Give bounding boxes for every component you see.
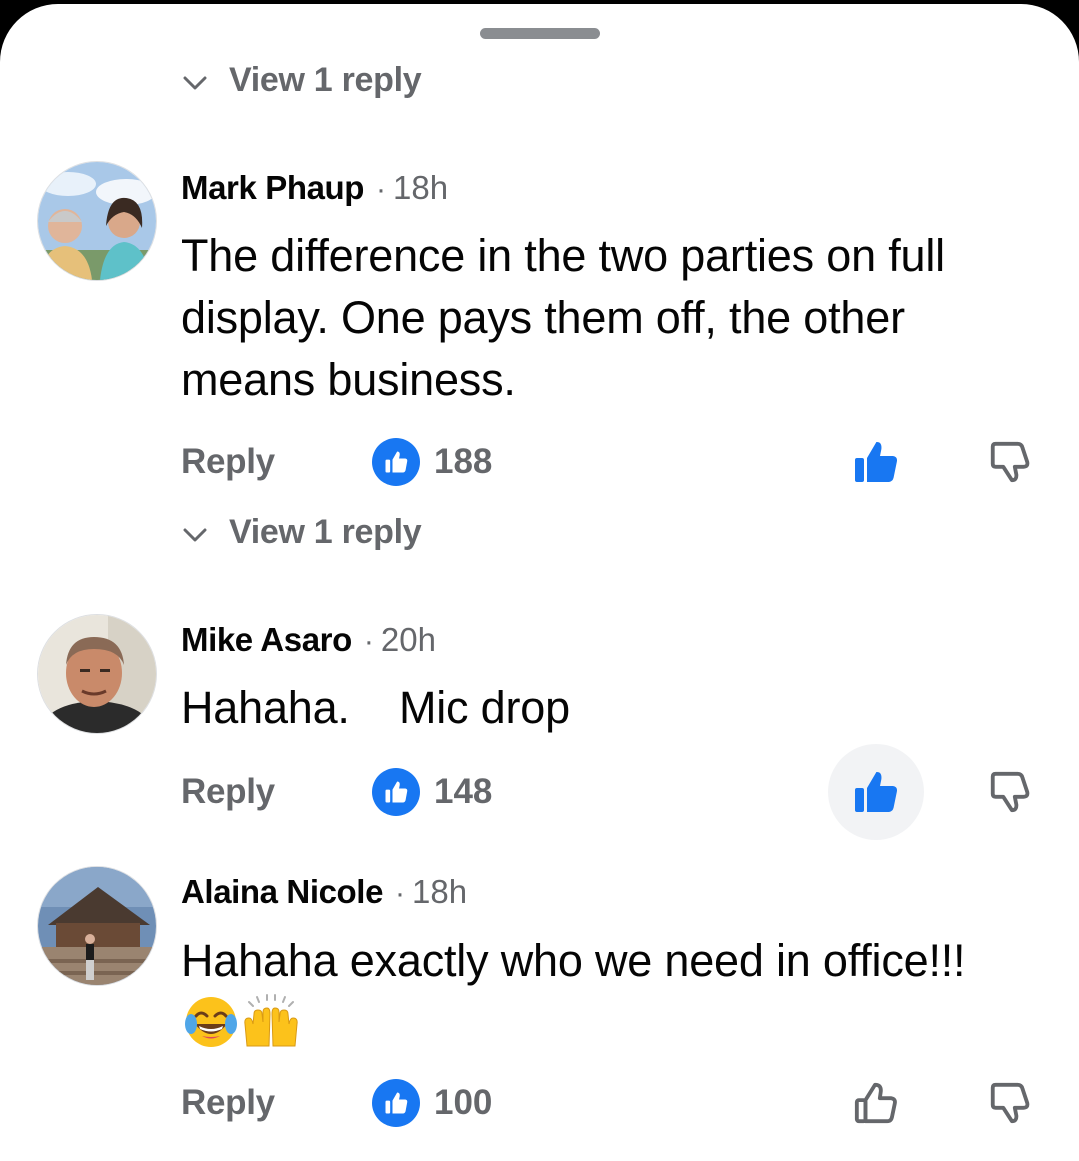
like-reaction-icon (372, 438, 420, 486)
face-with-tears-of-joy-emoji (183, 994, 239, 1055)
thumbs-up-filled-icon (855, 771, 898, 812)
comment-emojis (183, 994, 301, 1055)
avatar[interactable] (37, 614, 157, 734)
comment-text: Hahaha exactly who we need in office!!! (181, 935, 966, 986)
drag-handle[interactable] (480, 28, 600, 39)
reaction-summary[interactable]: 148 (372, 768, 492, 816)
like-button[interactable] (828, 414, 924, 510)
reply-button[interactable]: Reply (181, 442, 275, 482)
thumbs-down-icon (990, 771, 1030, 813)
comment-meta: Alaina Nicole · 18h (181, 873, 467, 911)
dislike-button[interactable] (962, 744, 1058, 840)
chevron-down-icon (183, 76, 207, 90)
comment-author[interactable]: Mike Asaro (181, 621, 352, 659)
comment-timestamp: 20h (380, 621, 436, 658)
thumbs-down-icon (990, 441, 1030, 483)
reaction-summary[interactable]: 188 (372, 438, 492, 486)
comments-sheet: View 1 reply Mark Phaup · 18h The differ… (0, 4, 1079, 1161)
reaction-count: 148 (434, 772, 493, 811)
dislike-button[interactable] (962, 414, 1058, 510)
thumbs-down-icon (990, 1082, 1030, 1124)
comment-text: The difference in the two parties on ful… (181, 230, 945, 405)
comment-author[interactable]: Mark Phaup (181, 169, 364, 207)
like-button[interactable] (828, 744, 924, 840)
avatar[interactable] (37, 866, 157, 986)
meta-separator: · (363, 625, 374, 658)
avatar[interactable] (37, 161, 157, 281)
comment-timestamp: 18h (412, 873, 468, 910)
thumbs-up-filled-icon (855, 441, 898, 482)
comment-timestamp: 18h (393, 169, 449, 206)
view-replies-label: View 1 reply (229, 512, 422, 551)
like-button[interactable] (828, 1055, 924, 1151)
view-replies-link[interactable]: View 1 reply (183, 510, 422, 554)
dislike-button[interactable] (962, 1055, 1058, 1151)
reply-button[interactable]: Reply (181, 1083, 275, 1123)
view-replies-link[interactable]: View 1 reply (183, 58, 422, 102)
comment-text: Hahaha. Mic drop (181, 682, 570, 733)
meta-separator: · (376, 173, 387, 206)
reaction-count: 100 (434, 1083, 493, 1122)
meta-separator: · (395, 877, 406, 910)
comment-meta: Mark Phaup · 18h (181, 169, 448, 207)
like-reaction-icon (372, 1079, 420, 1127)
comment-actions: Reply 188 (0, 432, 1079, 492)
chevron-down-icon (183, 528, 207, 542)
reaction-summary[interactable]: 100 (372, 1079, 492, 1127)
comment-actions: Reply 148 (0, 744, 1079, 840)
comment-actions: Reply 100 (0, 1073, 1079, 1133)
view-replies-label: View 1 reply (229, 60, 422, 99)
comment-author[interactable]: Alaina Nicole (181, 873, 383, 911)
reply-button[interactable]: Reply (181, 772, 275, 812)
reaction-count: 188 (434, 442, 493, 481)
raising-hands-emoji (241, 994, 301, 1055)
thumbs-up-icon (854, 1082, 897, 1124)
like-reaction-icon (372, 768, 420, 816)
comment-meta: Mike Asaro · 20h (181, 621, 436, 659)
